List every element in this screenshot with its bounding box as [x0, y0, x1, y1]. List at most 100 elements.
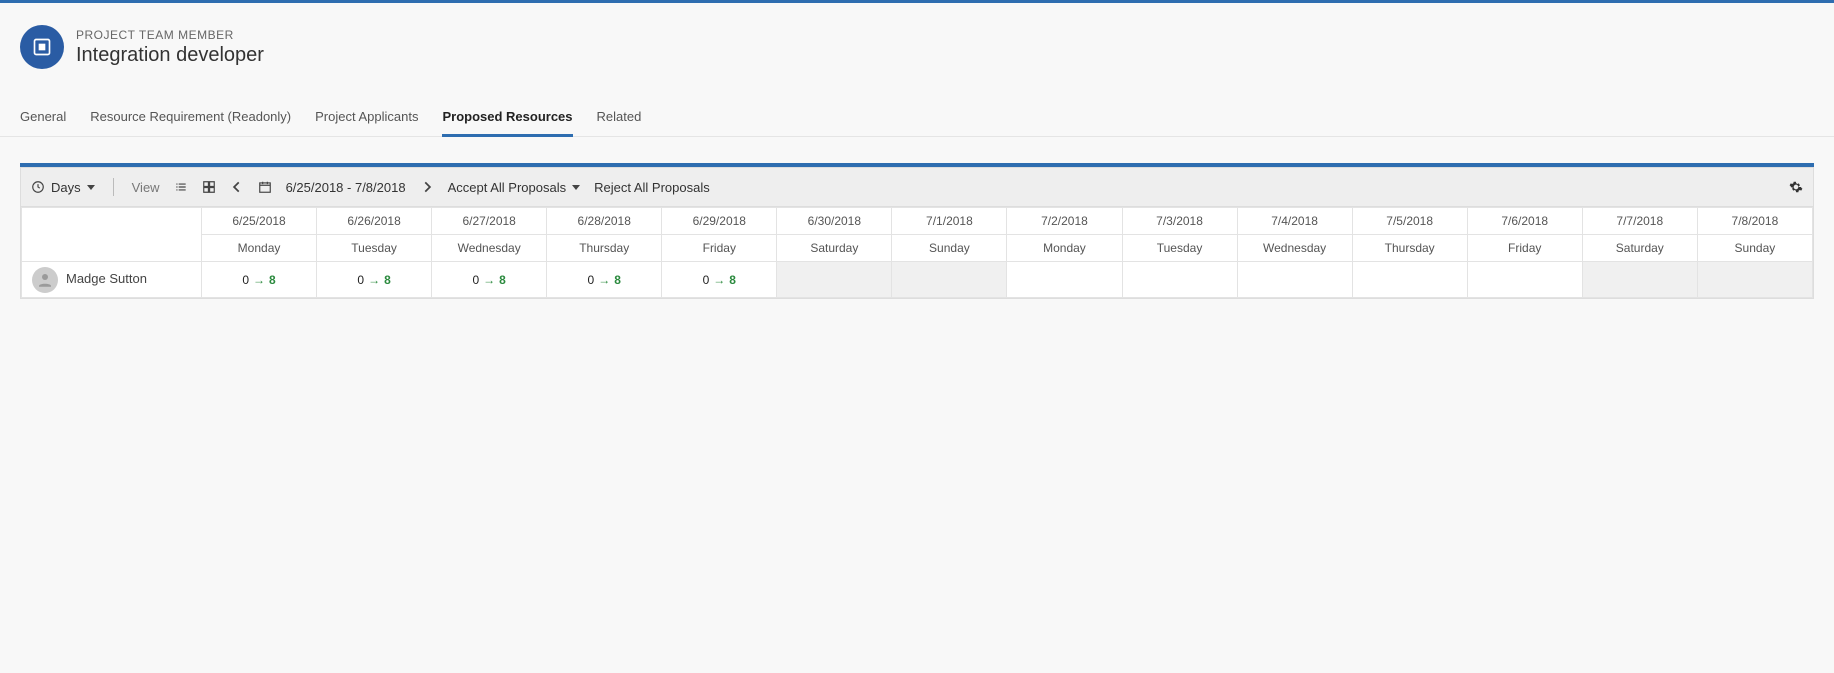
day-header: Friday: [1467, 235, 1582, 262]
schedule-cell[interactable]: 0→ 8: [662, 262, 777, 298]
gear-icon: [1789, 180, 1803, 194]
schedule-cell[interactable]: 0 → 8: [317, 262, 432, 298]
tabs: General Resource Requirement (Readonly) Pr…: [0, 99, 1834, 137]
entity-icon: [20, 25, 64, 69]
from-value: 0: [357, 273, 364, 287]
page-header: PROJECT TEAM MEMBER Integration develope…: [0, 3, 1834, 99]
arrow-right-icon: →: [253, 273, 265, 287]
tab-general[interactable]: General: [20, 99, 66, 136]
arrow-right-icon: →: [598, 273, 610, 287]
tab-related[interactable]: Related: [597, 99, 642, 136]
to-value: 8: [614, 273, 621, 287]
accept-all-label: Accept All Proposals: [448, 180, 567, 195]
schedule-cell[interactable]: 0 → 8: [202, 262, 317, 298]
day-header: Sunday: [1697, 235, 1812, 262]
reject-all-button[interactable]: Reject All Proposals: [594, 180, 710, 195]
date-header: 6/29/2018: [662, 208, 777, 235]
date-header: 7/2/2018: [1007, 208, 1122, 235]
calendar-icon: [258, 180, 272, 194]
from-value: 0: [703, 273, 710, 287]
schedule-cell[interactable]: 0 → 8: [432, 262, 547, 298]
day-header: Thursday: [547, 235, 662, 262]
to-value: 8: [499, 273, 506, 287]
day-header: Monday: [1007, 235, 1122, 262]
settings-button[interactable]: [1789, 180, 1803, 194]
schedule-cell[interactable]: [1122, 262, 1237, 298]
granularity-picker[interactable]: Days: [31, 180, 95, 195]
schedule-cell[interactable]: [1237, 262, 1352, 298]
date-header: 7/3/2018: [1122, 208, 1237, 235]
separator: [113, 178, 114, 196]
schedule-cell[interactable]: [1352, 262, 1467, 298]
date-header: 6/25/2018: [202, 208, 317, 235]
next-button[interactable]: [420, 180, 434, 194]
resource-name: Madge Sutton: [66, 271, 147, 286]
from-value: 0: [588, 273, 595, 287]
day-header: Wednesday: [1237, 235, 1352, 262]
day-header: Tuesday: [1122, 235, 1237, 262]
view-list-button[interactable]: [174, 180, 188, 194]
content: Days View 6/25/2018 - 7/8/2018 Acce: [0, 163, 1834, 299]
schedule-cell[interactable]: [892, 262, 1007, 298]
day-header: Tuesday: [317, 235, 432, 262]
toolbar: Days View 6/25/2018 - 7/8/2018 Acce: [20, 167, 1814, 207]
to-value: 8: [384, 273, 391, 287]
day-header: Thursday: [1352, 235, 1467, 262]
date-header: 6/30/2018: [777, 208, 892, 235]
from-value: 0: [242, 273, 249, 287]
tab-resource-requirement-readonly-[interactable]: Resource Requirement (Readonly): [90, 99, 291, 136]
schedule-cell[interactable]: 0→ 8: [547, 262, 662, 298]
to-value: 8: [269, 273, 276, 287]
arrow-right-icon: →: [483, 273, 495, 287]
resource-cell[interactable]: Madge Sutton: [22, 262, 202, 298]
header-text: PROJECT TEAM MEMBER Integration develope…: [76, 28, 264, 67]
to-value: 8: [729, 273, 736, 287]
tab-project-applicants[interactable]: Project Applicants: [315, 99, 418, 136]
chevron-down-icon: [572, 185, 580, 190]
day-header: Monday: [202, 235, 317, 262]
day-header: Friday: [662, 235, 777, 262]
schedule-cell[interactable]: [1467, 262, 1582, 298]
view-grid-button[interactable]: [202, 180, 216, 194]
date-header: 7/5/2018: [1352, 208, 1467, 235]
day-header: Saturday: [777, 235, 892, 262]
tab-proposed-resources[interactable]: Proposed Resources: [442, 99, 572, 136]
arrow-right-icon: →: [368, 273, 380, 287]
date-header: 6/28/2018: [547, 208, 662, 235]
page-title: Integration developer: [76, 44, 264, 67]
day-header: Wednesday: [432, 235, 547, 262]
arrow-right-icon: →: [713, 273, 725, 287]
date-header: 6/27/2018: [432, 208, 547, 235]
chevron-left-icon: [230, 180, 244, 194]
date-header: 7/6/2018: [1467, 208, 1582, 235]
date-picker-button[interactable]: [258, 180, 272, 194]
view-label: View: [132, 180, 160, 195]
page-root: PROJECT TEAM MEMBER Integration develope…: [0, 0, 1834, 673]
avatar: [32, 267, 58, 293]
grid-icon: [202, 180, 216, 194]
list-icon: [174, 180, 188, 194]
date-header: 6/26/2018: [317, 208, 432, 235]
clock-icon: [31, 180, 45, 194]
schedule-cell[interactable]: [777, 262, 892, 298]
from-value: 0: [472, 273, 479, 287]
resource-header: [22, 208, 202, 262]
schedule-grid: 6/25/20186/26/20186/27/20186/28/20186/29…: [20, 207, 1814, 299]
date-header: 7/7/2018: [1582, 208, 1697, 235]
schedule-cell[interactable]: [1697, 262, 1812, 298]
reject-all-label: Reject All Proposals: [594, 180, 710, 195]
date-range-label: 6/25/2018 - 7/8/2018: [286, 180, 406, 195]
schedule-cell[interactable]: [1007, 262, 1122, 298]
schedule-cell[interactable]: [1582, 262, 1697, 298]
prev-button[interactable]: [230, 180, 244, 194]
day-header: Saturday: [1582, 235, 1697, 262]
date-header: 7/1/2018: [892, 208, 1007, 235]
date-header: 7/4/2018: [1237, 208, 1352, 235]
day-header: Sunday: [892, 235, 1007, 262]
date-header: 7/8/2018: [1697, 208, 1812, 235]
table-row: Madge Sutton0→80→80→80→80→8: [22, 262, 1813, 298]
granularity-label: Days: [51, 180, 81, 195]
chevron-down-icon: [87, 185, 95, 190]
accept-all-button[interactable]: Accept All Proposals: [448, 180, 581, 195]
breadcrumb: PROJECT TEAM MEMBER: [76, 28, 264, 42]
